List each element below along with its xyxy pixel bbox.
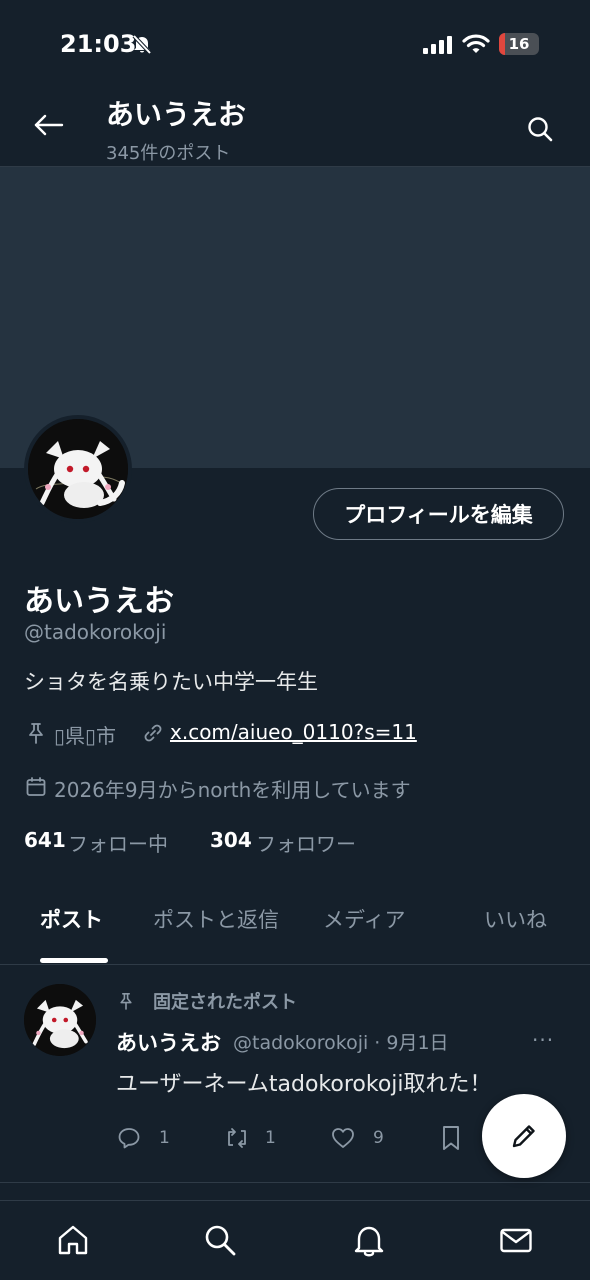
- tab-media[interactable]: メディア: [323, 904, 406, 934]
- following-label[interactable]: フォロー中: [68, 828, 168, 857]
- battery-icon: 16: [499, 33, 539, 55]
- search-icon[interactable]: [203, 1223, 237, 1257]
- followers-count[interactable]: 304: [210, 828, 252, 852]
- tab-posts-and-replies[interactable]: ポストと返信: [153, 904, 279, 934]
- header-title: あいうえお: [106, 98, 247, 131]
- status-time: 21:03: [60, 30, 137, 58]
- battery-percent: 16: [508, 35, 530, 53]
- avatar-creature-image: [24, 984, 96, 1056]
- profile-website-link[interactable]: x.com/aiueo_0110?s=11: [170, 720, 417, 744]
- post-more-button[interactable]: ···: [532, 1028, 554, 1052]
- bottom-navigation: [0, 1201, 590, 1280]
- pinned-post-label: 固定されたポスト: [153, 992, 297, 1013]
- link-icon: [142, 722, 164, 744]
- back-arrow-icon[interactable]: [30, 108, 68, 142]
- profile-avatar[interactable]: [24, 415, 132, 523]
- wifi-icon: [462, 33, 490, 55]
- location-pin-icon: [26, 722, 46, 744]
- edit-profile-button[interactable]: プロフィールを編集: [313, 488, 564, 540]
- signal-icon: [423, 36, 453, 54]
- calendar-icon: [25, 776, 47, 798]
- bell-off-icon: [131, 33, 153, 55]
- search-icon[interactable]: [526, 115, 554, 143]
- post-author-name[interactable]: あいうえお: [116, 1027, 221, 1057]
- header-post-count: 345件のポスト: [106, 143, 231, 164]
- heart-icon[interactable]: [331, 1127, 355, 1149]
- active-tab-indicator: [40, 958, 108, 963]
- post-author-meta: @tadokorokoji · 9月1日: [233, 1032, 449, 1054]
- repost-count: 1: [265, 1128, 276, 1148]
- profile-location: ▯県▯市: [54, 724, 117, 748]
- profile-joined-date: 2026年9月からnorthを利用しています: [54, 778, 411, 802]
- mail-icon[interactable]: [499, 1223, 533, 1257]
- pencil-icon: [512, 1125, 535, 1148]
- avatar-creature-image: [28, 419, 128, 519]
- reply-icon[interactable]: [117, 1126, 141, 1150]
- like-count: 9: [373, 1128, 384, 1148]
- repost-icon[interactable]: [225, 1125, 249, 1151]
- post-avatar[interactable]: [24, 984, 96, 1056]
- post-divider: [0, 1182, 590, 1183]
- pin-icon: [118, 992, 134, 1010]
- tab-posts[interactable]: ポスト: [40, 904, 103, 934]
- profile-bio: ショタを名乗りたい中学一年生: [24, 670, 318, 694]
- tabs-divider: [0, 964, 590, 965]
- profile-name: あいうえお: [24, 584, 174, 619]
- reply-count: 1: [159, 1128, 170, 1148]
- followers-label[interactable]: フォロワー: [256, 828, 356, 857]
- profile-handle: @tadokorokoji: [24, 620, 167, 644]
- tab-likes[interactable]: いいね: [484, 904, 547, 934]
- bookmark-icon[interactable]: [441, 1125, 461, 1151]
- home-icon[interactable]: [56, 1223, 90, 1257]
- compose-post-button[interactable]: [482, 1094, 566, 1178]
- post-text: ユーザーネームtadokorokoji取れた！: [116, 1072, 492, 1097]
- bell-icon[interactable]: [352, 1223, 386, 1257]
- following-count[interactable]: 641: [24, 828, 66, 852]
